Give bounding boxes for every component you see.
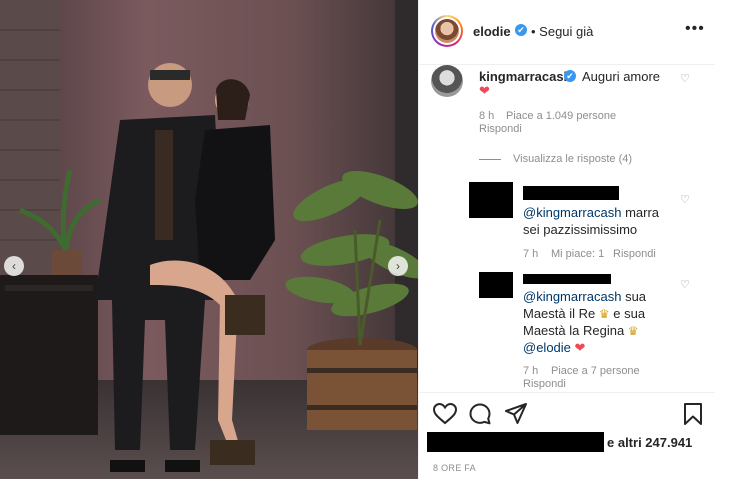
chevron-left-icon: ‹ — [12, 259, 16, 273]
reply-button[interactable]: Rispondi — [613, 248, 656, 260]
commenter-username[interactable]: kingmarracash — [479, 68, 572, 85]
comment-time: 7 h — [523, 365, 539, 377]
post-action-bar — [419, 392, 716, 433]
red-heart-icon: ❤ — [479, 83, 490, 98]
redacted-username — [523, 186, 619, 200]
post-image — [0, 0, 418, 479]
post-header: elodie ✔ • Segui già ••• — [419, 0, 716, 65]
comment-bubble-icon[interactable] — [469, 403, 491, 425]
comment-text-line: Maestà la Regina ♛ — [523, 323, 639, 338]
post-photo[interactable]: ‹ › — [0, 0, 418, 479]
bookmark-icon[interactable] — [683, 403, 703, 425]
likes-summary[interactable]: e altri 247.941 — [607, 434, 692, 451]
redacted-avatar — [469, 182, 513, 218]
like-comment-icon[interactable]: ♡ — [680, 193, 690, 206]
verified-badge-icon: ✔ — [515, 24, 527, 36]
reply-button[interactable]: Rispondi — [523, 378, 566, 390]
more-options-icon[interactable]: ••• — [685, 20, 705, 38]
comment-text: Auguri amore — [582, 69, 661, 84]
mention-link[interactable]: @kingmarracash — [523, 289, 621, 304]
reply-button[interactable]: Rispondi — [479, 123, 522, 135]
post-timestamp[interactable]: 8 ORE FA — [433, 463, 476, 473]
comment-text-line: @elodie ❤ — [523, 339, 585, 356]
crown-icon: ♛ — [627, 324, 639, 338]
verified-badge-icon: ✔ — [564, 70, 576, 82]
view-replies-button[interactable]: Visualizza le risposte (4) — [513, 153, 632, 165]
comment-time: 8 h — [479, 110, 495, 122]
next-photo-button[interactable]: › — [388, 256, 408, 276]
comment-likes[interactable]: Mi piace: 1 — [551, 248, 604, 260]
crown-icon: ♛ — [598, 307, 610, 321]
mention-link[interactable]: @elodie — [523, 340, 571, 355]
previous-photo-button[interactable]: ‹ — [4, 256, 24, 276]
redacted-avatar — [479, 272, 513, 298]
author-avatar[interactable] — [431, 15, 463, 47]
redacted-liker — [427, 432, 604, 452]
comment-text: @kingmarracash sua — [523, 289, 647, 304]
comment-time: 7 h — [523, 248, 539, 260]
red-heart-icon: ❤ — [574, 340, 586, 355]
author-username[interactable]: elodie — [473, 24, 511, 39]
comment-text-line: sei pazzissimissimo — [523, 222, 638, 237]
comment-likes[interactable]: Piace a 1.049 persone — [506, 110, 616, 122]
post-sidebar: elodie ✔ • Segui già ••• kingmarracash ✔… — [418, 0, 716, 479]
replies-divider — [479, 159, 501, 160]
chevron-right-icon: › — [396, 259, 400, 273]
commenter-avatar[interactable] — [431, 65, 463, 97]
comment-text: @kingmarracash marra — [523, 205, 660, 220]
like-comment-icon[interactable]: ♡ — [680, 72, 690, 85]
comment-likes[interactable]: Piace a 7 persone — [551, 365, 640, 377]
redacted-username — [523, 274, 611, 284]
comment-text-line: Maestà il Re ♛ e sua — [523, 306, 646, 321]
page-margin — [715, 0, 750, 479]
like-heart-icon[interactable] — [433, 403, 457, 425]
share-send-icon[interactable] — [505, 403, 527, 425]
like-comment-icon[interactable]: ♡ — [680, 278, 690, 291]
follow-status[interactable]: • Segui già — [531, 24, 593, 39]
mention-link[interactable]: @kingmarracash — [523, 205, 621, 220]
